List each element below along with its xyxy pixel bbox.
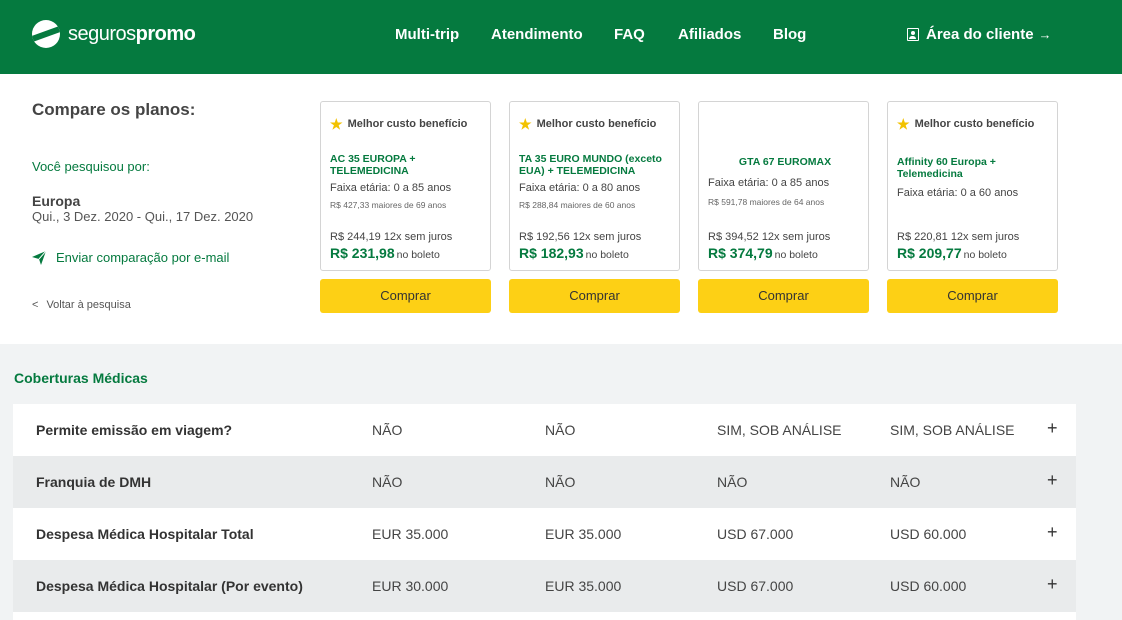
back-to-search-label: Voltar à pesquisa	[46, 299, 131, 311]
coverage-row[interactable]: Franquia de DMH NÃO NÃO NÃO NÃO +	[13, 456, 1076, 508]
age-range: Faixa etária: 0 a 85 anos	[708, 177, 830, 189]
row-value: NÃO	[372, 422, 403, 438]
arrow-right-icon: →	[1038, 27, 1052, 42]
installments: R$ 220,81 12x sem juros	[897, 231, 1020, 243]
star-icon: ★	[897, 116, 910, 132]
best-value-badge: ★ Melhor custo benefício	[519, 116, 657, 132]
plan-name[interactable]: TA 35 EURO MUNDO (exceto EUA) + TELEMEDI…	[519, 153, 673, 177]
top-header: segurospromo Multi-trip Atendimento FAQ …	[0, 0, 1122, 74]
client-area-label: Área do cliente	[926, 26, 1034, 43]
row-value: NÃO	[545, 474, 576, 490]
destination: Europa	[32, 193, 81, 209]
nav-faq[interactable]: FAQ	[614, 26, 645, 43]
search-label: Você pesquisou por:	[32, 159, 150, 174]
price-suffix: no boleto	[585, 249, 629, 261]
nav-multi-trip[interactable]: Multi-trip	[395, 26, 459, 43]
best-value-badge: ★ Melhor custo benefício	[897, 116, 1035, 132]
row-value: USD 67.000	[717, 526, 794, 542]
plan-name[interactable]: GTA 67 EUROMAX	[708, 156, 862, 168]
page-title: Compare os planos:	[32, 100, 196, 119]
row-label: Despesa Médica Hospitalar (Por evento)	[36, 578, 303, 594]
plan-card: ★ Melhor custo benefício Affinity 60 Euro…	[887, 101, 1058, 271]
row-value: USD 60.000	[890, 578, 967, 594]
nav-blog[interactable]: Blog	[773, 26, 806, 43]
expand-icon[interactable]: +	[1047, 418, 1058, 439]
price-row: R$ 374,79 no boleto	[708, 245, 818, 263]
price-row: R$ 182,93 no boleto	[519, 245, 629, 263]
logo[interactable]: segurospromo	[32, 20, 196, 48]
buy-button[interactable]: Comprar	[698, 279, 869, 313]
row-value: NÃO	[545, 422, 576, 438]
older-price: R$ 288,84 maiores de 60 anos	[519, 200, 636, 210]
installments: R$ 394,52 12x sem juros	[708, 231, 831, 243]
chevron-left-icon: <	[32, 299, 39, 311]
price-suffix: no boleto	[963, 249, 1007, 261]
row-value: EUR 35.000	[372, 526, 449, 542]
plan-name[interactable]: AC 35 EUROPA + TELEMEDICINA	[330, 153, 484, 177]
row-label: Permite emissão em viagem?	[36, 422, 233, 438]
coverage-row[interactable]: Despesa Médica Hospitalar (Por evento) E…	[13, 560, 1076, 612]
price-row: R$ 231,98 no boleto	[330, 245, 440, 263]
plan-card: ★ Melhor custo benefício AC 35 EUROPA + T…	[320, 101, 491, 271]
plan-name[interactable]: Affinity 60 Europa + Telemedicina	[897, 156, 1051, 180]
coverage-row	[13, 612, 1076, 620]
row-value: NÃO	[372, 474, 403, 490]
expand-icon[interactable]: +	[1047, 522, 1058, 543]
installments: R$ 192,56 12x sem juros	[519, 231, 642, 243]
expand-icon[interactable]: +	[1047, 470, 1058, 491]
star-icon: ★	[519, 116, 532, 132]
expand-icon[interactable]: +	[1047, 574, 1058, 595]
email-comparison-link[interactable]: Enviar comparação por e-mail	[32, 250, 229, 265]
row-value: EUR 35.000	[545, 526, 622, 542]
coverage-row[interactable]: Despesa Médica Hospitalar Total EUR 35.0…	[13, 508, 1076, 560]
logo-text: segurospromo	[68, 22, 196, 45]
row-label: Franquia de DMH	[36, 474, 152, 490]
row-label: Despesa Médica Hospitalar Total	[36, 526, 254, 542]
logo-icon	[32, 20, 60, 48]
installments: R$ 244,19 12x sem juros	[330, 231, 453, 243]
price: R$ 182,93	[519, 245, 584, 261]
back-to-search-link[interactable]: < Voltar à pesquisa	[32, 299, 131, 311]
row-value: NÃO	[717, 474, 748, 490]
price: R$ 231,98	[330, 245, 395, 261]
email-comparison-label: Enviar comparação por e-mail	[56, 250, 230, 265]
buy-button[interactable]: Comprar	[887, 279, 1058, 313]
buy-button[interactable]: Comprar	[509, 279, 680, 313]
age-range: Faixa etária: 0 a 85 anos	[330, 182, 452, 194]
older-price: R$ 427,33 maiores de 69 anos	[330, 200, 447, 210]
user-card-icon	[907, 28, 919, 41]
star-icon: ★	[330, 116, 343, 132]
row-value: USD 60.000	[890, 526, 967, 542]
nav-afiliados[interactable]: Afiliados	[678, 26, 741, 43]
row-value: USD 67.000	[717, 578, 794, 594]
travel-dates: Qui., 3 Dez. 2020 - Qui., 17 Dez. 2020	[32, 209, 254, 224]
best-value-badge: ★ Melhor custo benefício	[330, 116, 468, 132]
price: R$ 209,77	[897, 245, 962, 261]
price-suffix: no boleto	[396, 249, 440, 261]
plan-card: ★ Melhor custo benefício TA 35 EURO MUNDO…	[509, 101, 680, 271]
nav-atendimento[interactable]: Atendimento	[491, 26, 583, 43]
coverage-row[interactable]: Permite emissão em viagem? NÃO NÃO SIM, …	[13, 404, 1076, 456]
age-range: Faixa etária: 0 a 80 anos	[519, 182, 641, 194]
buy-button[interactable]: Comprar	[320, 279, 491, 313]
row-value: SIM, SOB ANÁLISE	[717, 422, 842, 438]
older-price: R$ 591,78 maiores de 64 anos	[708, 197, 825, 207]
price: R$ 374,79	[708, 245, 773, 261]
row-value: EUR 35.000	[545, 578, 622, 594]
coverage-title: Coberturas Médicas	[14, 370, 148, 386]
client-area-link[interactable]: Área do cliente →	[907, 26, 1052, 43]
price-suffix: no boleto	[774, 249, 818, 261]
row-value: EUR 30.000	[372, 578, 449, 594]
row-value: NÃO	[890, 474, 921, 490]
price-row: R$ 209,77 no boleto	[897, 245, 1007, 263]
row-value: SIM, SOB ANÁLISE	[890, 422, 1015, 438]
age-range: Faixa etária: 0 a 60 anos	[897, 187, 1019, 199]
plan-card: GTA 67 EUROMAX Faixa etária: 0 a 85 anos…	[698, 101, 869, 271]
send-icon	[32, 250, 46, 265]
